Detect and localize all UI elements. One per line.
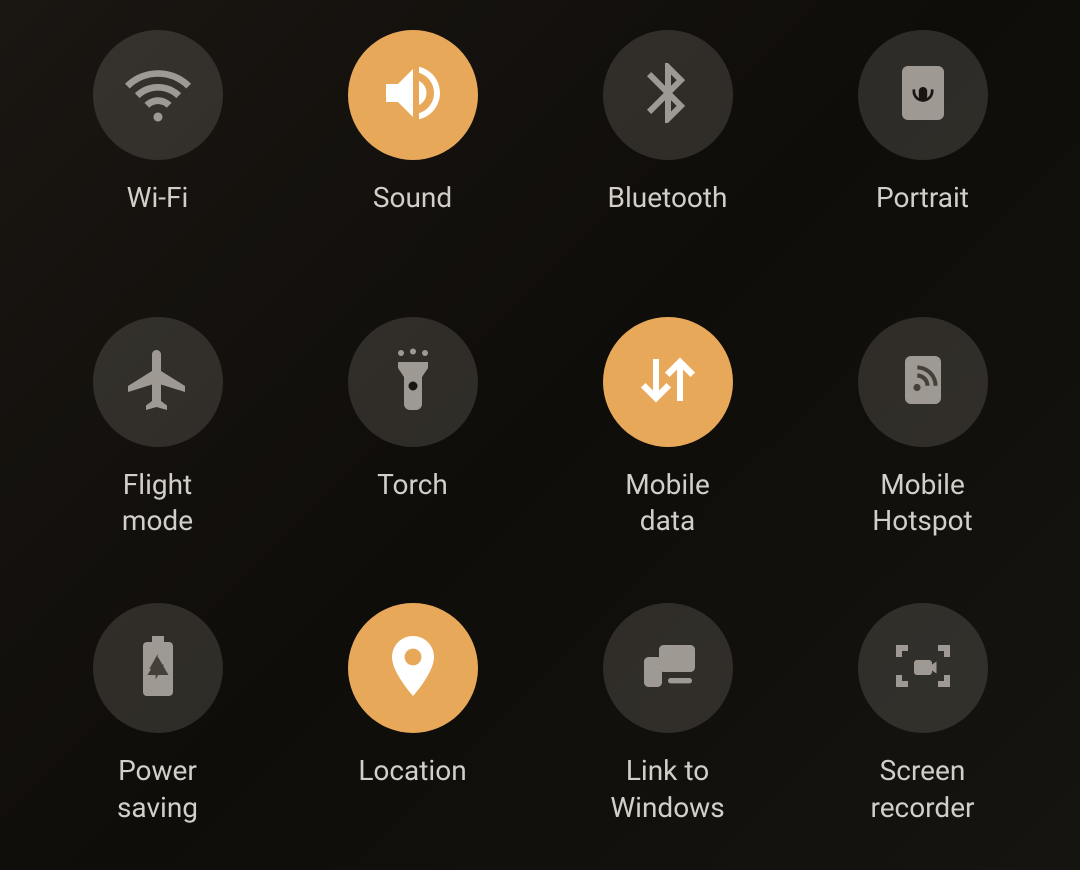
sound-tile[interactable]: Sound (295, 30, 530, 277)
mobile-hotspot-circle (858, 317, 988, 447)
sound-label: Sound (373, 180, 452, 216)
portrait-label: Portrait (876, 180, 969, 216)
bluetooth-circle (603, 30, 733, 160)
screen-recorder-icon (887, 630, 959, 706)
quick-settings-grid: Wi-Fi Sound Bluetooth Portrait (0, 0, 1080, 870)
bluetooth-tile[interactable]: Bluetooth (550, 30, 785, 277)
torch-icon (377, 344, 449, 420)
portrait-tile[interactable]: Portrait (805, 30, 1040, 277)
location-circle (348, 603, 478, 733)
link-windows-tile[interactable]: Link to Windows (550, 603, 785, 850)
location-icon (377, 630, 449, 706)
wifi-label: Wi-Fi (127, 180, 189, 216)
screen-recorder-label: Screen recorder (870, 753, 974, 826)
mobile-data-circle (603, 317, 733, 447)
flight-mode-tile[interactable]: Flight mode (40, 317, 275, 564)
link-windows-icon (632, 630, 704, 706)
link-windows-circle (603, 603, 733, 733)
hotspot-icon (887, 344, 959, 420)
power-saving-icon (122, 630, 194, 706)
torch-tile[interactable]: Torch (295, 317, 530, 564)
torch-label: Torch (377, 467, 448, 503)
mobile-data-icon (632, 344, 704, 420)
mobile-hotspot-tile[interactable]: Mobile Hotspot (805, 317, 1040, 564)
location-label: Location (358, 753, 466, 789)
portrait-icon (887, 57, 959, 133)
airplane-icon (122, 344, 194, 420)
power-saving-label: Power saving (117, 753, 198, 826)
mobile-data-tile[interactable]: Mobile data (550, 317, 785, 564)
torch-circle (348, 317, 478, 447)
mobile-hotspot-label: Mobile Hotspot (872, 467, 972, 540)
wifi-icon (122, 57, 194, 133)
screen-recorder-circle (858, 603, 988, 733)
wifi-tile[interactable]: Wi-Fi (40, 30, 275, 277)
mobile-data-label: Mobile data (625, 467, 710, 540)
power-saving-tile[interactable]: Power saving (40, 603, 275, 850)
sound-circle (348, 30, 478, 160)
sound-icon (377, 57, 449, 133)
location-tile[interactable]: Location (295, 603, 530, 850)
flight-mode-circle (93, 317, 223, 447)
bluetooth-icon (632, 57, 704, 133)
screen-recorder-tile[interactable]: Screen recorder (805, 603, 1040, 850)
wifi-circle (93, 30, 223, 160)
portrait-circle (858, 30, 988, 160)
flight-mode-label: Flight mode (122, 467, 193, 540)
power-saving-circle (93, 603, 223, 733)
link-windows-label: Link to Windows (610, 753, 724, 826)
bluetooth-label: Bluetooth (608, 180, 728, 216)
